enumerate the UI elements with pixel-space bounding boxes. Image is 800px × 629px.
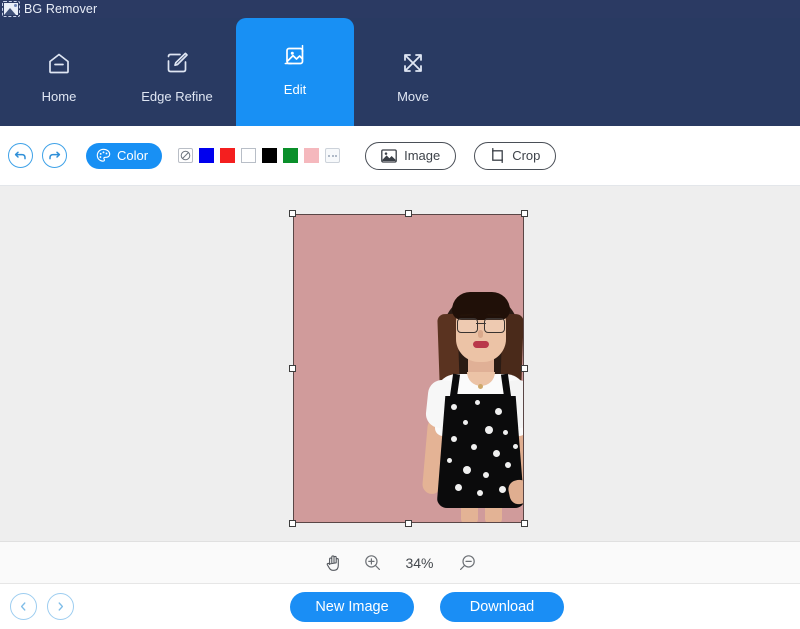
next-image-button[interactable] (47, 593, 74, 620)
home-icon (45, 49, 73, 77)
swatch-pink[interactable] (304, 148, 319, 163)
title-bar: BG Remover (0, 0, 800, 18)
subject-cutout (405, 262, 525, 522)
glasses (457, 318, 505, 331)
image-icon (381, 149, 397, 163)
zoom-out-icon (459, 554, 476, 571)
color-swatch-list (178, 148, 340, 163)
redo-arrow-icon (48, 149, 61, 162)
palette-icon (96, 148, 111, 163)
new-image-button[interactable]: New Image (290, 592, 414, 622)
swatch-white[interactable] (241, 148, 256, 163)
resize-handle-bottom-left[interactable] (289, 520, 296, 527)
color-button-label: Color (117, 148, 148, 163)
edit-image-icon (281, 42, 309, 70)
resize-handle-bottom-right[interactable] (521, 520, 528, 527)
nav-item-edit[interactable]: Edit (236, 18, 354, 126)
nav-label-move: Move (397, 90, 429, 103)
resize-handle-top-right[interactable] (521, 210, 528, 217)
undo-arrow-icon (14, 149, 27, 162)
redo-button[interactable] (42, 143, 67, 168)
image-selection-frame[interactable] (293, 214, 524, 523)
crop-button[interactable]: Crop (474, 142, 556, 170)
footer-bar: New Image Download (0, 584, 800, 629)
resize-handle-top-left[interactable] (289, 210, 296, 217)
editor-canvas[interactable] (0, 186, 800, 542)
more-colors-button[interactable] (325, 148, 340, 163)
edited-photo[interactable] (293, 214, 524, 523)
footer-actions: New Image Download (290, 592, 564, 622)
swatch-green[interactable] (283, 148, 298, 163)
swatch-transparent[interactable] (178, 148, 193, 163)
main-nav: Home Edge Refine Edit (0, 18, 800, 126)
app-logo-image-icon (2, 1, 20, 17)
resize-handle-middle-left[interactable] (289, 365, 296, 372)
zoom-in-button[interactable] (364, 554, 381, 571)
image-pager (10, 593, 74, 620)
nav-label-edge-refine: Edge Refine (141, 90, 213, 103)
crop-icon (490, 148, 505, 163)
zoom-in-icon (364, 554, 381, 571)
nav-label-edit: Edit (284, 83, 306, 96)
image-background-button[interactable]: Image (365, 142, 456, 170)
resize-handle-bottom-center[interactable] (405, 520, 412, 527)
zoom-controls: 34% (0, 542, 800, 584)
swatch-red[interactable] (220, 148, 235, 163)
swatch-blue[interactable] (199, 148, 214, 163)
zoom-out-button[interactable] (459, 554, 476, 571)
image-button-label: Image (404, 148, 440, 163)
hand-icon (325, 554, 342, 572)
undo-button[interactable] (8, 143, 33, 168)
nav-item-edge-refine[interactable]: Edge Refine (118, 26, 236, 126)
zoom-level-value: 34% (403, 555, 437, 571)
chevron-right-icon (55, 601, 66, 612)
color-button[interactable]: Color (86, 143, 162, 169)
move-resize-icon (399, 49, 427, 77)
nav-item-home[interactable]: Home (0, 26, 118, 126)
edge-refine-icon (163, 49, 191, 77)
download-button[interactable]: Download (440, 592, 564, 622)
bg-remover-window: BG Remover Home Edge Refine (0, 0, 800, 629)
resize-handle-middle-right[interactable] (521, 365, 528, 372)
previous-image-button[interactable] (10, 593, 37, 620)
window-title: BG Remover (24, 2, 97, 16)
chevron-left-icon (18, 601, 29, 612)
no-color-icon (180, 150, 191, 161)
pan-hand-tool-button[interactable] (325, 554, 342, 572)
swatch-black[interactable] (262, 148, 277, 163)
crop-button-label: Crop (512, 148, 540, 163)
history-controls (8, 143, 67, 168)
nav-item-move[interactable]: Move (354, 26, 472, 126)
resize-handle-top-center[interactable] (405, 210, 412, 217)
nav-label-home: Home (42, 90, 77, 103)
edit-toolbar: Color Image (0, 126, 800, 186)
